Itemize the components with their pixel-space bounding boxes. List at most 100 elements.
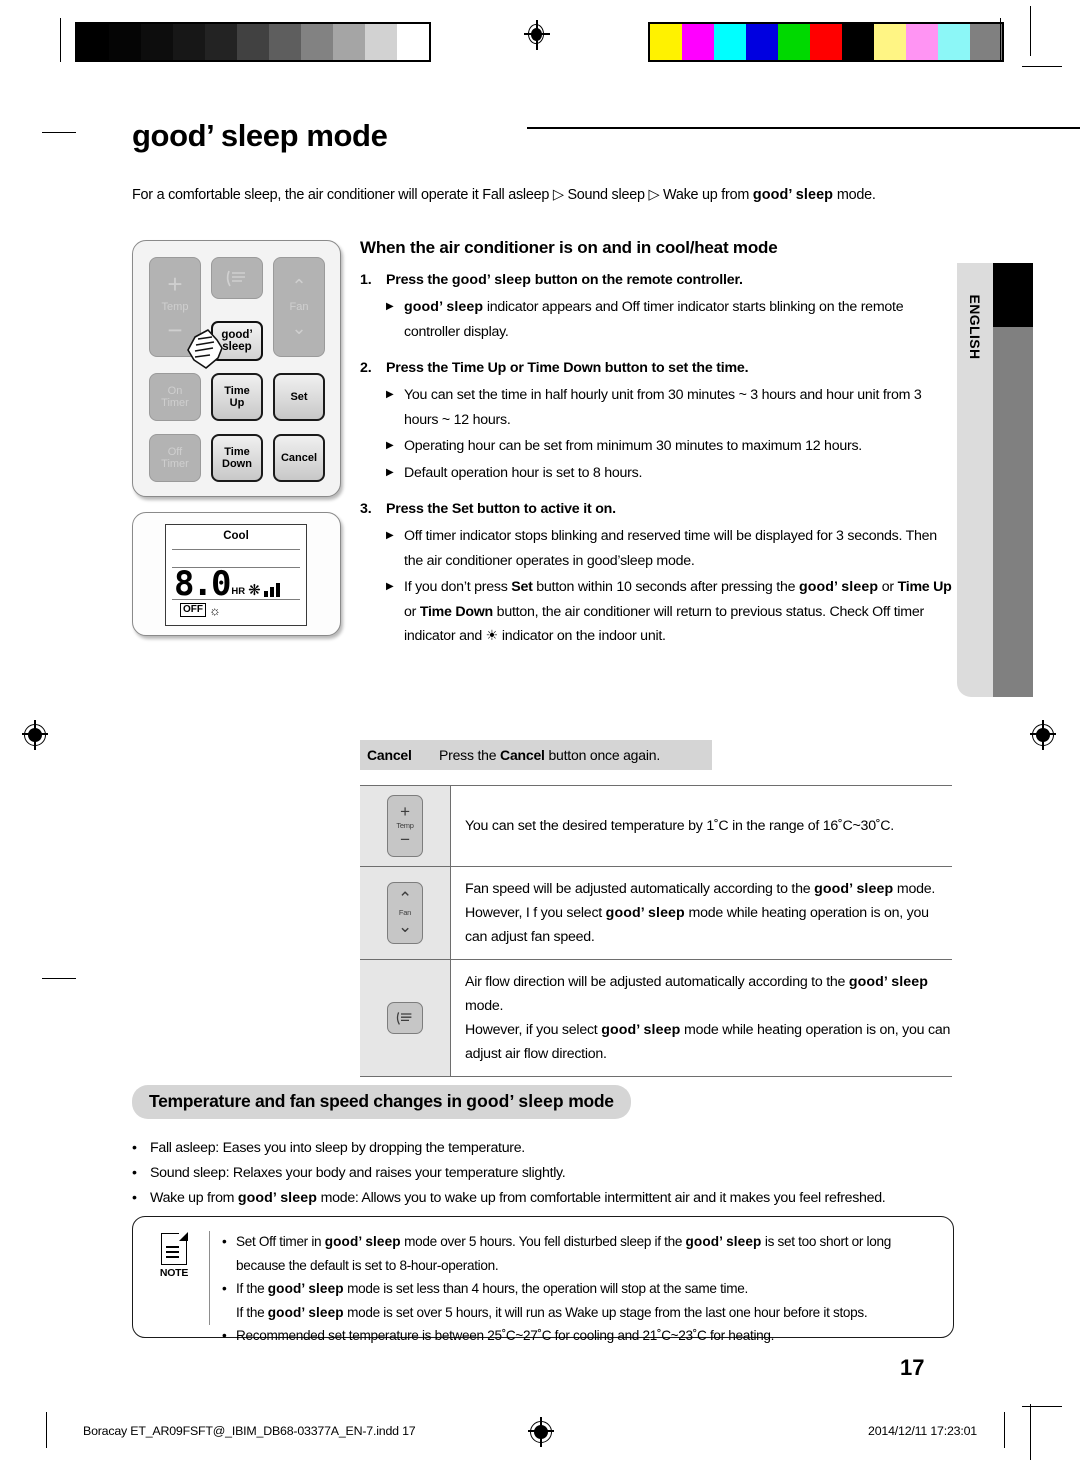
bullet-text: Off timer indicator stops blinking and r… [404,524,952,573]
note-icon: NOTE [147,1232,201,1279]
step-text-part-0: Press the [386,272,452,288]
page-header: good’ sleep mode [132,118,1080,166]
step-text-part-1: good’ sleep [451,272,531,288]
table-cell-icon [360,959,451,1077]
good-sleep-icon: ☼ [209,602,221,618]
note-item: • Set Off timer in good’ sleep mode over … [222,1230,938,1277]
table-desc-part-0: However, I f you select [465,905,606,921]
step-3: 3. Press the Set button to active it on. [360,501,952,517]
step-bullets: ▶ good’ sleep indicator appears and Off t… [386,295,952,344]
cancel-text-part-1: Cancel [500,747,545,763]
cancel-instruction-bar: Cancel Press the Cancel button once agai… [360,740,712,770]
time-down-line1: Time [224,446,250,458]
table-desc-line: Air flow direction will be adjusted auto… [465,970,952,1018]
title-rule [527,127,1080,129]
table-desc-part-1: good’ sleep [605,905,685,921]
bullet-text-part-0: Operating hour can be set from minimum 3… [404,438,862,454]
page-title: good’ sleep mode [132,118,388,153]
step-text-part-2: or [506,360,528,376]
step-1: 1. Press the good’ sleep button on the re… [360,272,952,288]
remote-time-down-button[interactable]: Time Down [211,434,263,482]
table-desc-line: Fan speed will be adjusted automatically… [465,877,952,901]
remote-display-illustration: Cool 8.0 HR ❋ OFF ☼ [132,512,341,636]
feature-text-part-0: Wake up from [150,1190,238,1206]
pill-text-part-2: mode [563,1091,614,1111]
plus-icon: + [400,802,410,821]
remote-controller-illustration: + Temp − ⌃ Fan ⌄ good’ sleep On Timer Ti… [132,240,341,497]
bullet-item: ▶ good’ sleep indicator appears and Off t… [386,295,952,344]
step-text-part-1: Time Up [451,360,507,376]
intro-paragraph: For a comfortable sleep, the air conditi… [132,186,1037,205]
registration-target-footer [528,1417,554,1447]
lcd-screen: Cool 8.0 HR ❋ OFF ☼ [165,524,307,626]
remote-set-button[interactable]: Set [273,373,325,421]
good-sleep-line1: good’ [221,329,253,341]
note-text: Set Off timer in good’ sleep mode over 5… [236,1230,938,1277]
cancel-bar-label: Cancel [367,747,412,763]
section-subheading: When the air conditioner is on and in co… [360,238,778,257]
note-item: • If the good’ sleep mode is set less tha… [222,1277,938,1324]
step-text-part-4: button to set the time. [601,360,749,376]
feature-text-part-0: Fall asleep: Eases you into sleep by dro… [150,1140,525,1156]
set-label: Set [290,391,308,403]
note-text: If the good’ sleep mode is set less than… [236,1277,938,1324]
table-desc-part-0: Air flow direction will be adjusted auto… [465,974,849,990]
table-desc-part-1: good’ sleep [601,1022,681,1038]
bullet-item: ▶ You can set the time in half hourly uni… [386,383,952,432]
temp-label: Temp [161,301,189,313]
remote-swing-button [211,257,263,299]
bullet-item: ▶ Operating hour can be set from minimum … [386,434,952,459]
table-desc-part-1: good’ sleep [848,974,929,990]
language-tab-bar-gray [993,327,1033,697]
language-tab-bar-black [993,263,1033,327]
swing-icon [396,1012,412,1025]
step-bullets: ▶ You can set the time in half hourly uni… [386,383,952,485]
note-divider [209,1231,211,1325]
off-timer-line2: Timer [161,458,189,470]
bullet-text-part-0: good’ sleep [404,299,484,315]
bullet-dot-icon: • [132,1140,137,1156]
lcd-time-unit: HR [231,586,246,597]
language-tab-label: ENGLISH [967,294,983,360]
bullet-item: ▶ Default operation hour is set to 8 hour… [386,461,952,486]
feature-text: Wake up from good’ sleep mode: Allows yo… [150,1186,886,1211]
plus-icon: + [167,269,183,299]
note-text-part-1: good’ sleep [324,1234,401,1249]
remote-time-up-button[interactable]: Time Up [211,373,263,421]
remote-cancel-button[interactable]: Cancel [273,434,325,482]
chevron-up-icon: ⌃ [398,889,412,908]
bullet-text-part-0: If you don’t press [404,579,512,595]
triangle-bullet-icon: ▶ [386,389,394,400]
swing-button-icon [387,1002,423,1034]
feature-text-part-1: good’ sleep [237,1190,317,1206]
triangle-bullet-icon: ▶ [386,530,394,541]
step-number: 1. [360,272,372,288]
remote-good-sleep-button[interactable]: good’ sleep [211,321,263,361]
feature-item: • Sound sleep: Relaxes your body and rais… [132,1161,962,1186]
note-label: NOTE [159,1267,189,1279]
swing-icon [226,270,245,287]
feature-text-part-0: Sound sleep: Relaxes your body and raise… [150,1165,566,1181]
remote-fan-button: ⌃ Fan ⌄ [273,257,325,357]
bullet-text-part-5: Time Up [897,579,952,595]
triangle-bullet-icon: ▶ [386,301,394,312]
table-desc-line: However, if you select good’ sleep mode … [465,1018,952,1066]
note-text-part-0: If the [236,1281,268,1296]
lcd-rule-1 [172,549,300,550]
bullet-text-part-6: or [404,603,420,620]
note-text-part-4: good’ sleep [267,1304,344,1320]
bullet-text: If you don’t press Set button within 10 … [404,575,952,649]
table-cell-desc: Fan speed will be adjusted automatically… [451,867,953,960]
section-heading-pill: Temperature and fan speed changes in goo… [132,1085,631,1119]
crop-mark-bottom-right-v [1030,1404,1032,1460]
bullet-item: ▶ If you don’t press Set button within 10… [386,575,952,649]
table-desc-part-0: However, if you select [465,1022,602,1038]
note-text-part-3: good’ sleep [685,1234,762,1249]
chevron-up-icon: ⌃ [291,276,307,296]
bullet-dot-icon: • [222,1328,227,1343]
fan-button-icon: ⌃ Fan ⌄ [387,882,423,944]
page-number: 17 [900,1355,925,1380]
step-text-part-0: Press the [386,360,452,376]
table-desc-line: However, I f you select good’ sleep mode… [465,901,952,949]
crop-mark-bottom-right-h [1022,1406,1062,1408]
